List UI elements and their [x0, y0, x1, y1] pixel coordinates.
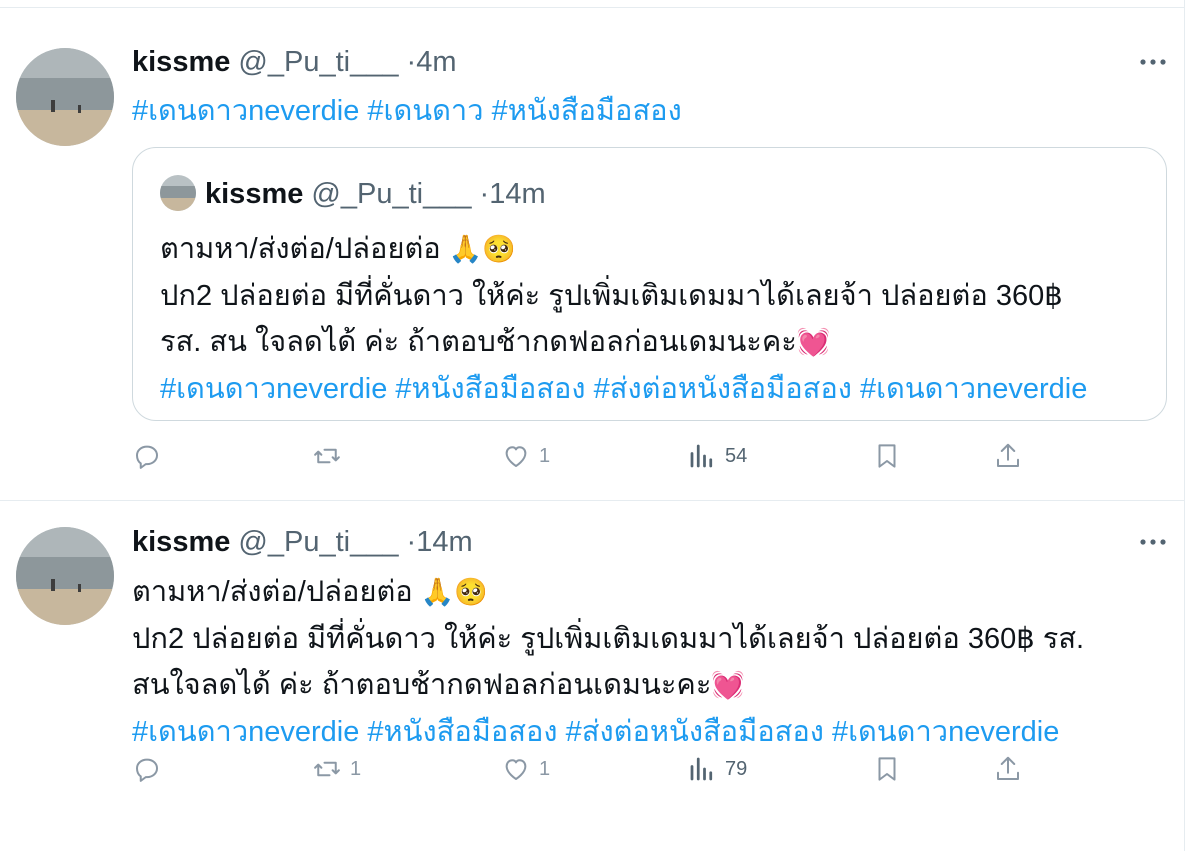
quoted-tweet-text: ตามหา/ส่งต่อ/ปล่อยต่อ 🙏🥺 ปก2 ปล่อยต่อ มี… — [160, 226, 1087, 412]
avatar — [160, 175, 196, 211]
avatar-image — [160, 175, 196, 211]
hashtag-link[interactable]: #ส่งต่อหนังสือมือสอง — [594, 373, 852, 405]
divider — [1184, 0, 1185, 851]
text-segment: สนใจลดได้ ค่ะ ถ้าตอบช้ากดฟอลก่อนเดมนะคะ — [132, 669, 712, 701]
retweet-button[interactable]: 1 — [312, 749, 361, 789]
bookmark-button[interactable] — [872, 749, 902, 789]
retweet-icon — [314, 761, 340, 777]
views-count: 54 — [725, 444, 748, 467]
author-name[interactable]: kissme — [132, 526, 230, 558]
tweet-header: kissme @_Pu_ti___ ·14m — [132, 524, 473, 560]
share-button[interactable] — [993, 436, 1023, 476]
timeline-feed: kissme @_Pu_ti___ ·4m #เดนดาวneverdie #เ… — [0, 0, 1200, 851]
separator-dot: · — [479, 178, 490, 210]
hashtag-link[interactable]: #หนังสือมือสอง — [492, 95, 682, 127]
views-button[interactable]: 79 — [687, 749, 747, 789]
more-icon[interactable] — [1138, 536, 1168, 548]
share-icon — [997, 443, 1019, 467]
growing-heart-emoji: 💓 — [711, 670, 746, 701]
timestamp: 14m — [489, 178, 546, 210]
avatar-image — [16, 527, 114, 625]
text-line: ตามหา/ส่งต่อ/ปล่อยต่อ 🙏🥺 — [132, 569, 1084, 616]
quoted-tweet-header: kissme @_Pu_ti___ ·14m — [205, 176, 546, 212]
author-name: kissme — [205, 178, 304, 210]
like-icon — [505, 446, 527, 467]
text-segment: ตามหา/ส่งต่อ/ปล่อยต่อ — [132, 576, 413, 608]
tweet[interactable]: kissme @_Pu_ti___ ·14m ตามหา/ส่งต่อ/ปล่อ… — [0, 501, 1184, 851]
separator-dot: · — [406, 46, 417, 78]
author-name[interactable]: kissme — [132, 46, 230, 78]
reply-icon — [136, 445, 158, 469]
tweet-text: ตามหา/ส่งต่อ/ปล่อยต่อ 🙏🥺 ปก2 ปล่อยต่อ มี… — [132, 569, 1084, 755]
like-icon — [505, 759, 527, 780]
more-icon[interactable] — [1138, 56, 1168, 68]
like-button[interactable]: 1 — [501, 436, 550, 476]
folded-hands-emoji: 🙏 — [420, 577, 455, 608]
hashtag-link[interactable]: #หนังสือมือสอง — [395, 373, 585, 405]
tweet-header: kissme @_Pu_ti___ ·4m — [132, 44, 457, 80]
share-button[interactable] — [993, 749, 1023, 789]
text-line: ตามหา/ส่งต่อ/ปล่อยต่อ 🙏🥺 — [160, 226, 1087, 273]
avatar-image — [16, 48, 114, 146]
hashtag-link[interactable]: #เดนดาวneverdie — [132, 716, 359, 748]
author-handle[interactable]: @_Pu_ti___ — [238, 526, 398, 558]
retweet-count: 1 — [350, 757, 362, 780]
timestamp[interactable]: 14m — [416, 526, 472, 558]
retweet-button[interactable] — [312, 436, 350, 476]
growing-heart-emoji: 💓 — [796, 327, 831, 358]
hashtag-link[interactable]: #เดนดาวneverdie — [832, 716, 1059, 748]
views-icon — [690, 444, 713, 468]
avatar[interactable] — [16, 48, 114, 146]
text-line: ปก2 ปล่อยต่อ มีที่คั่นดาว ให้ค่ะ รูปเพิ่… — [132, 623, 1085, 655]
avatar[interactable] — [16, 527, 114, 625]
bookmark-button[interactable] — [872, 436, 902, 476]
text-line: ปก2 ปล่อยต่อ มีที่คั่นดาว ให้ค่ะ รูปเพิ่… — [160, 280, 1063, 312]
hashtag-link[interactable]: #เดนดาวneverdie — [132, 95, 359, 127]
retweet-icon — [314, 448, 340, 464]
text-segment: ตามหา/ส่งต่อ/ปล่อยต่อ — [160, 233, 441, 265]
bookmark-icon — [878, 757, 896, 781]
hashtag-link[interactable]: #เดนดาวneverdie — [860, 373, 1087, 405]
quoted-tweet[interactable]: kissme @_Pu_ti___ ·14m ตามหา/ส่งต่อ/ปล่อ… — [132, 147, 1167, 421]
tweet-actions: 1 1 79 — [132, 749, 1032, 789]
text-line: สนใจลดได้ ค่ะ ถ้าตอบช้ากดฟอลก่อนเดมนะคะ💓 — [132, 662, 1084, 709]
reply-icon — [136, 758, 158, 782]
hashtag-link[interactable]: #หนังสือมือสอง — [367, 716, 557, 748]
share-icon — [997, 756, 1019, 780]
reply-button[interactable] — [132, 749, 170, 789]
like-button[interactable]: 1 — [501, 749, 550, 789]
author-handle: @_Pu_ti___ — [311, 178, 472, 210]
timestamp[interactable]: 4m — [416, 46, 456, 78]
pleading-face-emoji: 🥺 — [454, 577, 489, 608]
tweet[interactable]: kissme @_Pu_ti___ ·4m #เดนดาวneverdie #เ… — [0, 8, 1184, 500]
like-count: 1 — [539, 444, 551, 467]
hashtag-link[interactable]: #เดนดาวneverdie — [160, 373, 387, 405]
pleading-face-emoji: 🥺 — [482, 234, 517, 265]
text-segment: รส. สน ใจลดได้ ค่ะ ถ้าตอบช้ากดฟอลก่อนเดม… — [160, 326, 797, 358]
like-count: 1 — [539, 757, 551, 780]
reply-button[interactable] — [132, 436, 170, 476]
views-button[interactable]: 54 — [687, 436, 747, 476]
bookmark-icon — [878, 444, 896, 468]
author-handle[interactable]: @_Pu_ti___ — [238, 46, 398, 78]
hashtag-link[interactable]: #ส่งต่อหนังสือมือสอง — [566, 716, 824, 748]
hashtag-link[interactable]: #เดนดาว — [367, 95, 483, 127]
separator-dot: · — [406, 526, 417, 558]
views-icon — [690, 757, 713, 781]
tweet-actions: 1 54 — [132, 436, 1032, 476]
text-line: รส. สน ใจลดได้ ค่ะ ถ้าตอบช้ากดฟอลก่อนเดม… — [160, 319, 1087, 366]
views-count: 79 — [725, 757, 748, 780]
hashtags-line: #เดนดาวneverdie #หนังสือมือสอง #ส่งต่อหน… — [160, 366, 1087, 412]
tweet-hashtags: #เดนดาวneverdie #เดนดาว #หนังสือมือสอง — [132, 92, 682, 130]
folded-hands-emoji: 🙏 — [448, 234, 483, 265]
